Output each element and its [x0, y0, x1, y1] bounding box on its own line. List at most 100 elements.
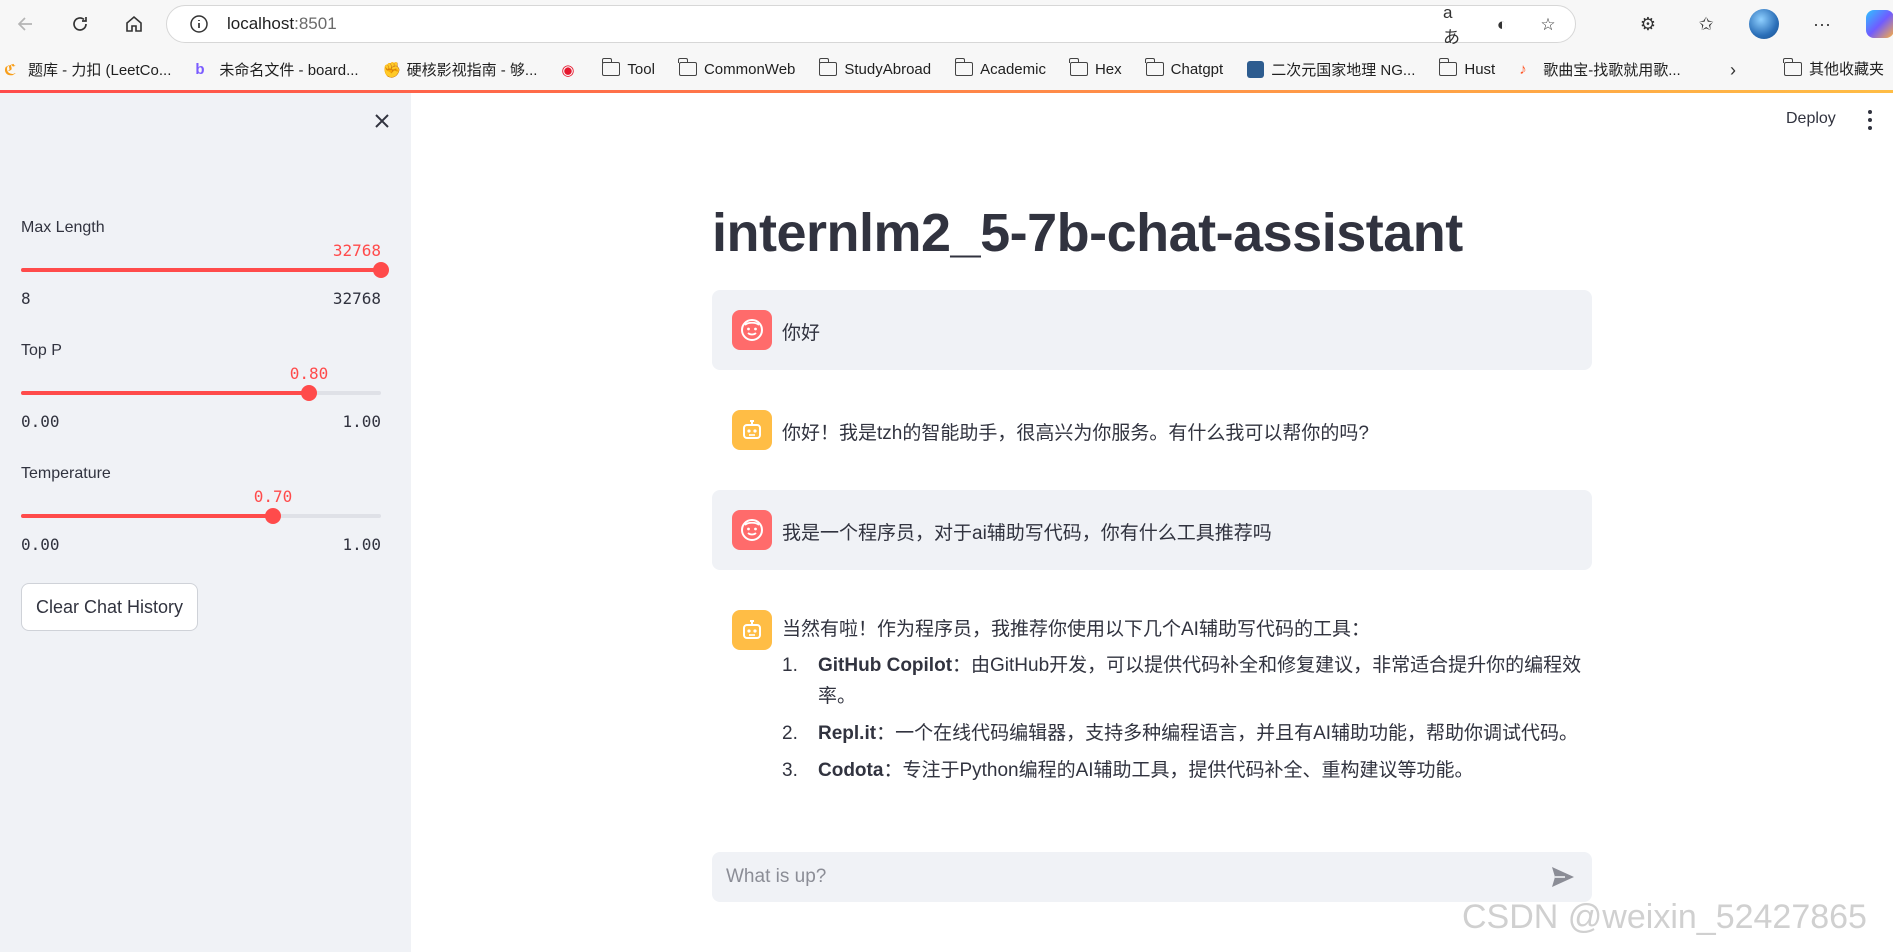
list-item: 1. GitHub Copilot：由GitHub开发，可以提供代码补全和修复建议… — [782, 655, 1582, 707]
watermark: CSDN @weixin_52427865 — [1462, 898, 1867, 936]
list-item: 3. Codota：专注于Python编程的AI辅助工具，提供代码补全、重构建议等… — [782, 760, 1474, 781]
bookmarks-bar: ℭ 题库 - 力扣 (LeetCo... b 未命名文件 - board... ✊ 硬… — [0, 48, 1893, 90]
temperature-value: 0.70 — [253, 487, 293, 506]
clear-chat-history-button[interactable]: Clear Chat History — [21, 583, 199, 631]
max-length-max: 32768 — [332, 289, 381, 308]
robot-icon — [743, 420, 761, 439]
folder-icon — [1438, 58, 1458, 76]
top-p-fill — [21, 391, 309, 395]
translate-icon[interactable]: aあ — [1443, 3, 1469, 47]
copilot-button[interactable] — [1862, 6, 1893, 42]
leetcode-icon: ℭ — [4, 61, 17, 79]
folder-icon — [1145, 58, 1164, 76]
bookmark-gequbao[interactable]: ♪ 歌曲宝-找歌就用歌... — [1519, 59, 1681, 80]
ngo-logo-icon — [1247, 60, 1265, 78]
home-button[interactable] — [116, 6, 152, 42]
temperature-max: 1.00 — [342, 535, 381, 554]
top-p-thumb[interactable] — [301, 385, 317, 401]
extensions-icon[interactable]: ⚙ — [1630, 6, 1666, 42]
folder-icon — [954, 58, 974, 76]
reload-icon — [73, 17, 87, 31]
folder-icon — [601, 58, 621, 76]
tool-name: Codota — [818, 760, 884, 781]
temperature-thumb[interactable] — [265, 508, 281, 524]
message-text: 你好！我是tzh的智能助手，很高兴为你服务。有什么我可以帮你的吗? — [782, 423, 1369, 444]
close-icon — [375, 114, 389, 128]
top-p-slider[interactable] — [21, 385, 381, 401]
folder-icon — [1783, 57, 1802, 76]
fist-icon: ✊ — [382, 61, 402, 79]
bookmark-folder-commonweb[interactable]: CommonWeb — [678, 58, 795, 78]
weibo-icon: ◉ — [561, 61, 575, 79]
bookmark-leetcode[interactable]: ℭ 题库 - 力扣 (LeetCo... — [4, 59, 171, 80]
folder-icon — [678, 58, 697, 76]
user-avatar — [732, 310, 772, 350]
url-text[interactable]: localhost:8501 — [227, 14, 337, 34]
address-bar[interactable]: localhost:8501 aあ ◐ ☆ — [166, 3, 1576, 47]
max-length-value: 32768 — [332, 241, 381, 260]
bookmark-movie-guide[interactable]: ✊ 硬核影视指南 - 够... — [383, 59, 538, 80]
globe-avatar-icon — [1749, 9, 1779, 39]
top-p-min: 0.00 — [21, 412, 60, 431]
chat-input[interactable] — [724, 865, 1528, 889]
temperature-fill — [21, 514, 273, 518]
chat-message-user: 我是一个程序员，对于ai辅助写代码，你有什么工具推荐吗 — [712, 490, 1592, 570]
bookmark-weibo[interactable]: ◉ — [561, 61, 578, 79]
top-p-slider-group: Top P 0.80 0.00 1.00 — [21, 342, 387, 431]
copilot-icon — [1866, 10, 1893, 38]
bookmark-board[interactable]: b 未命名文件 - board... — [195, 59, 358, 80]
sidebar: Max Length 32768 8 32768 Top P 0.80 0.00… — [0, 93, 411, 952]
deploy-button[interactable]: Deploy — [1786, 110, 1836, 128]
main-menu-icon[interactable] — [1866, 110, 1874, 130]
smiley-face-icon — [741, 319, 763, 341]
chat-message-user: 你好 — [712, 290, 1592, 370]
temperature-slider[interactable] — [21, 508, 381, 524]
more-options-icon[interactable]: ··· — [1804, 6, 1840, 42]
chat-message-assistant: 你好！我是tzh的智能助手，很高兴为你服务。有什么我可以帮你的吗? — [712, 390, 1592, 470]
tool-description: ：专注于Python编程的AI辅助工具，提供代码补全、重构建议等功能。 — [883, 760, 1474, 781]
temperature-min: 0.00 — [21, 535, 60, 554]
bookmark-ngo[interactable]: 二次元国家地理 NG... — [1247, 59, 1415, 80]
reload-button[interactable] — [62, 6, 98, 42]
bookmark-folder-hust[interactable]: Hust — [1438, 58, 1495, 78]
top-p-value: 0.80 — [289, 364, 329, 383]
tool-recommendation-list: 1. GitHub Copilot：由GitHub开发，可以提供代码补全和修复建议… — [782, 650, 1582, 792]
user-avatar — [732, 510, 772, 550]
list-item: 2. Repl.it：一个在线代码编辑器，支持多种编程语言，并且有AI辅助功能，帮… — [782, 723, 1579, 744]
assistant-avatar — [732, 410, 772, 450]
bookmarks-overflow-chevron-icon[interactable]: › — [1730, 60, 1736, 81]
max-length-label: Max Length — [21, 219, 105, 236]
bookmark-folder-studyabroad[interactable]: StudyAbroad — [818, 58, 931, 78]
folder-icon — [818, 58, 838, 76]
bookmark-folder-hex[interactable]: Hex — [1069, 58, 1122, 78]
max-length-fill — [21, 268, 381, 272]
home-icon — [126, 15, 142, 32]
tool-name: Repl.it — [818, 723, 877, 744]
smiley-face-icon — [741, 519, 763, 541]
bookmark-folder-tool[interactable]: Tool — [601, 58, 655, 78]
max-length-thumb[interactable] — [373, 262, 389, 278]
assistant-avatar — [732, 610, 772, 650]
browser-essentials-icon[interactable]: ◐ — [1489, 12, 1515, 38]
tool-name: GitHub Copilot — [818, 655, 953, 676]
profile-avatar[interactable] — [1746, 6, 1782, 42]
favorites-icon[interactable]: ✩ — [1688, 6, 1724, 42]
chat-message-assistant: 当然有啦！作为程序员，我推荐你使用以下几个AI辅助写代码的工具： 1. GitHu… — [712, 590, 1592, 840]
favorite-star-icon[interactable]: ☆ — [1535, 12, 1561, 38]
robot-icon — [743, 620, 761, 639]
bookmark-folder-academic[interactable]: Academic — [954, 58, 1046, 78]
info-icon[interactable] — [189, 14, 209, 34]
sidebar-close-button[interactable] — [368, 107, 396, 135]
back-arrow-icon — [17, 17, 32, 31]
max-length-slider[interactable] — [21, 262, 389, 278]
message-text: 我是一个程序员，对于ai辅助写代码，你有什么工具推荐吗 — [782, 523, 1272, 544]
back-button[interactable] — [8, 6, 44, 42]
bookmark-other-favorites[interactable]: 其他收藏夹 — [1783, 57, 1884, 79]
top-p-label: Top P — [21, 342, 62, 359]
bookmark-folder-chatgpt[interactable]: Chatgpt — [1145, 58, 1223, 78]
message-text: 当然有啦！作为程序员，我推荐你使用以下几个AI辅助写代码的工具： — [782, 619, 1370, 640]
music-note-icon: ♪ — [1519, 60, 1527, 78]
url-host: localhost — [227, 14, 295, 33]
chat-input-container — [712, 852, 1592, 902]
send-icon[interactable] — [1550, 865, 1576, 889]
